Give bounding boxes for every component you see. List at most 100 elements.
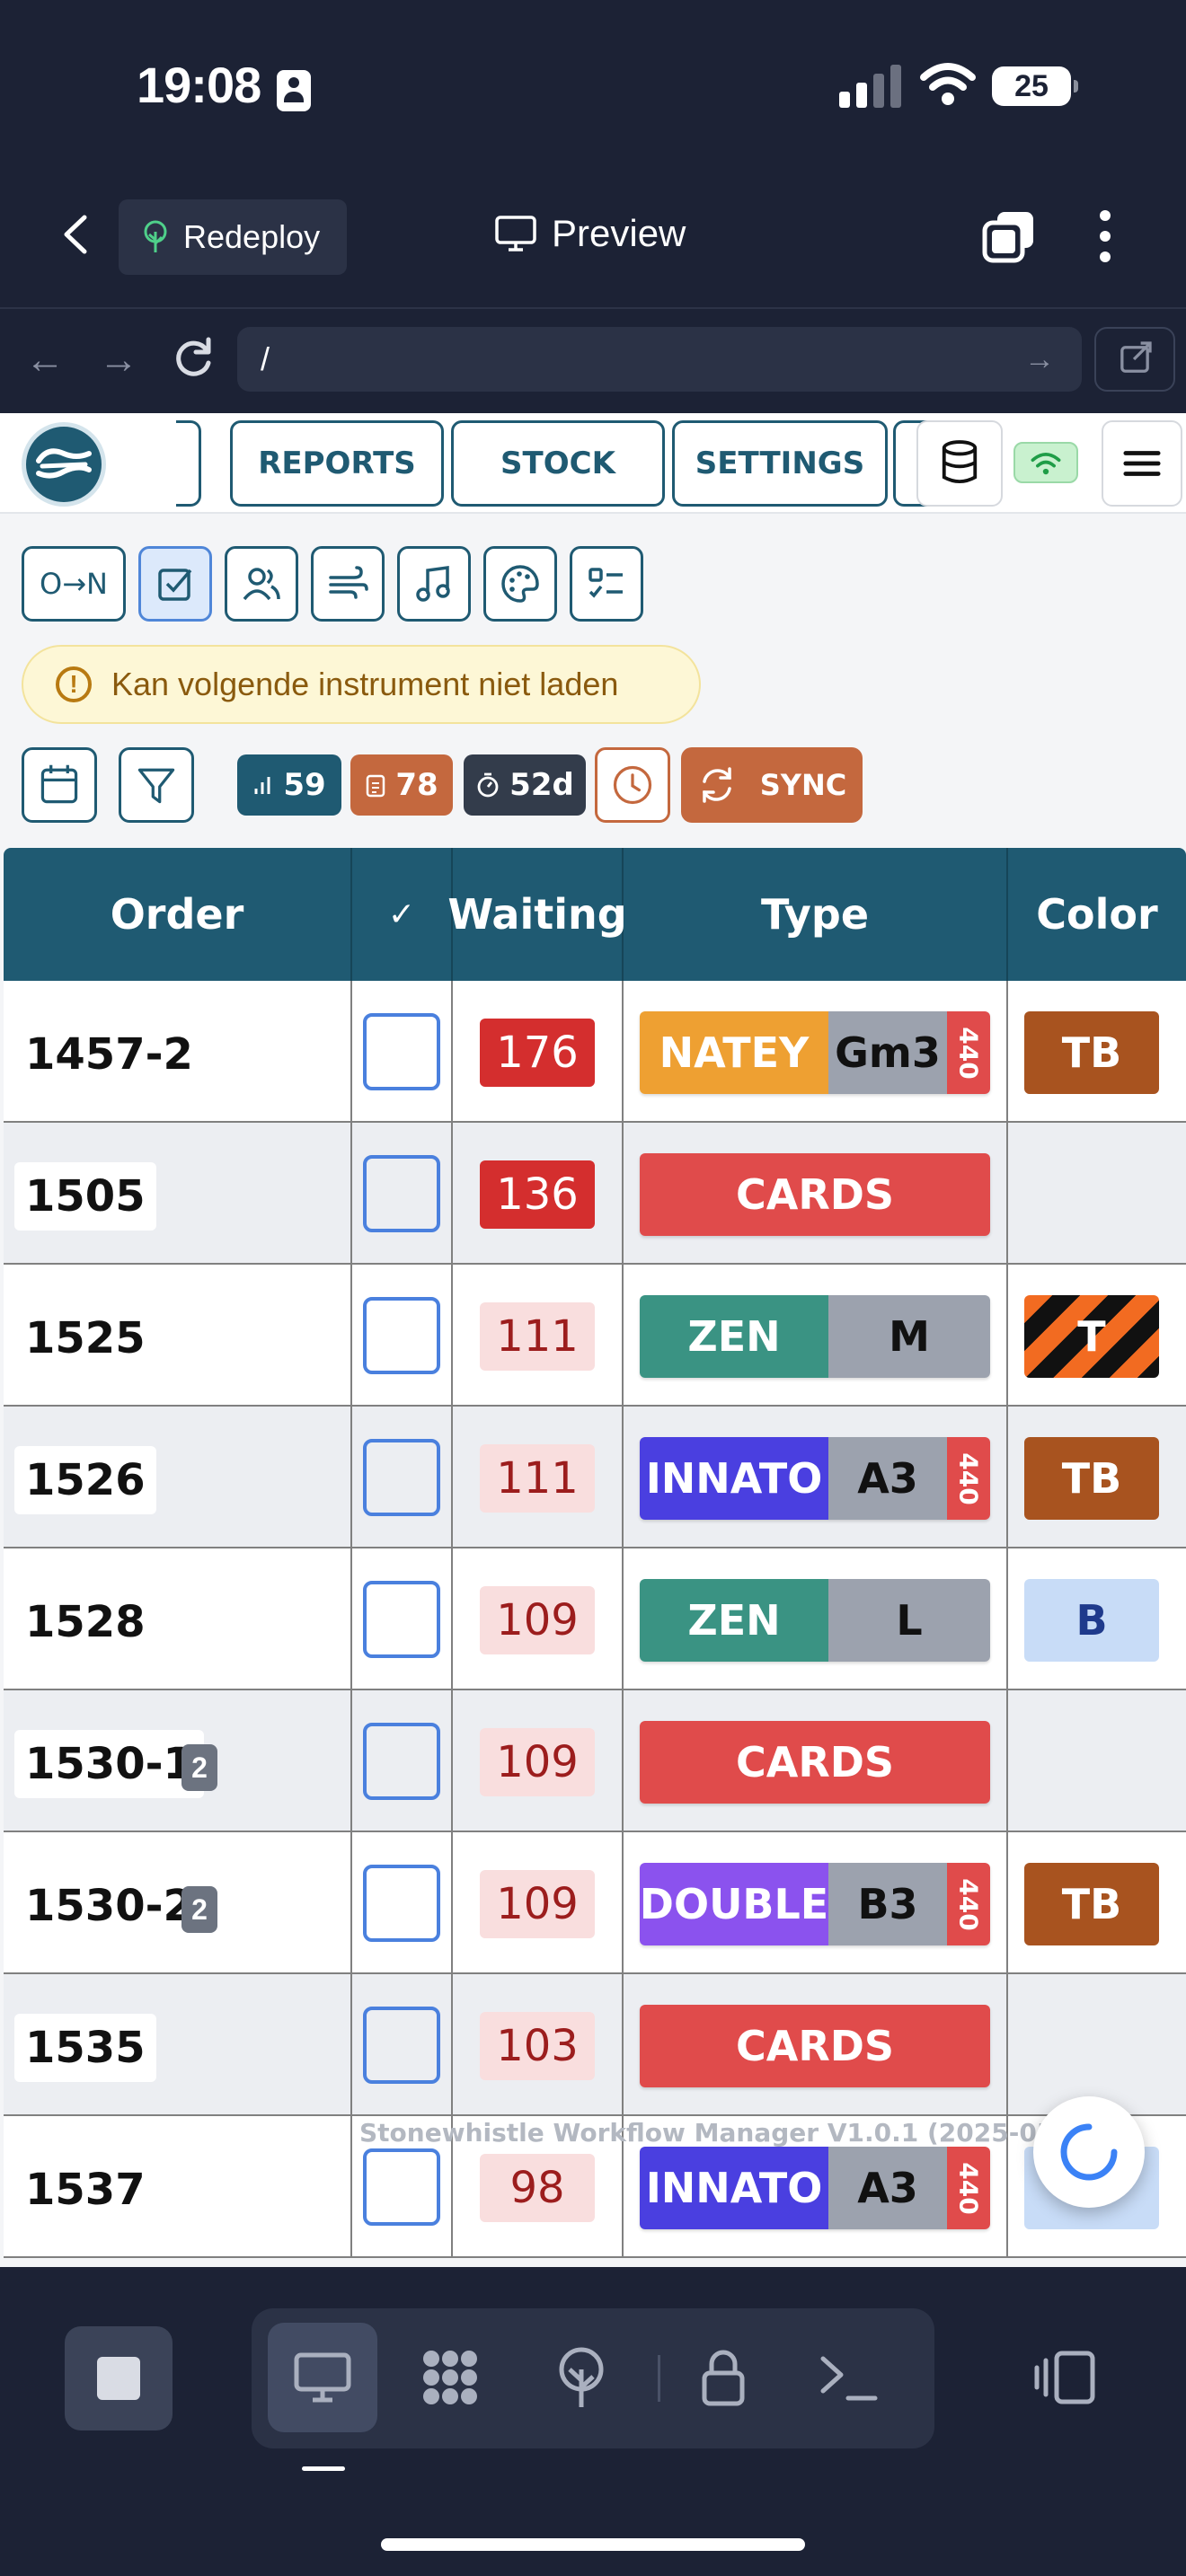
check-cell xyxy=(352,1548,453,1690)
loading-fab[interactable] xyxy=(1033,2096,1145,2208)
instrument-type-badge[interactable]: DOUBLE B3 440 xyxy=(640,1863,990,1945)
side-panel-icon[interactable] xyxy=(1033,2344,1100,2411)
desktop-icon[interactable] xyxy=(289,2344,356,2411)
instrument-type-badge[interactable]: ZEN L xyxy=(640,1579,990,1662)
apps-grid-icon[interactable] xyxy=(417,2344,483,2411)
task-list-button[interactable] xyxy=(570,546,643,622)
stop-button[interactable] xyxy=(65,2326,173,2430)
order-number[interactable]: 1535 xyxy=(14,2014,156,2082)
filter-button[interactable] xyxy=(119,747,194,823)
instrument-key: L xyxy=(828,1579,990,1662)
queue-value: 78 xyxy=(395,767,438,803)
waiting-days: 103 xyxy=(480,2012,595,2080)
row-checkbox[interactable] xyxy=(363,2148,440,2226)
redeploy-button[interactable]: Redeploy xyxy=(119,199,347,275)
color-badge[interactable]: TB xyxy=(1024,1011,1159,1094)
header-type[interactable]: Type xyxy=(624,848,1008,981)
nav-back-icon[interactable]: ← xyxy=(25,338,65,383)
hamburger-menu-icon[interactable] xyxy=(1102,420,1182,507)
go-arrow-icon[interactable]: → xyxy=(1024,327,1055,392)
header-check[interactable]: ✓ xyxy=(352,848,453,981)
order-number[interactable]: 1537 xyxy=(14,2156,156,2224)
nav-tab-hidden[interactable] xyxy=(176,420,201,507)
order-number[interactable]: 1528 xyxy=(14,1588,156,1656)
header-color[interactable]: Color xyxy=(1008,848,1186,981)
clock-button[interactable] xyxy=(595,747,670,823)
sort-old-to-new-button[interactable]: O→N xyxy=(22,546,126,622)
table-row[interactable]: 1528 109 ZEN L B xyxy=(4,1548,1186,1690)
table-row[interactable]: 1526 111 INNATO A3 440 TB xyxy=(4,1407,1186,1548)
order-cell: 1505 xyxy=(4,1123,352,1265)
lock-icon[interactable] xyxy=(690,2344,757,2411)
table-row[interactable]: 1535 103 CARDS xyxy=(4,1974,1186,2116)
order-cell: 1535 xyxy=(4,1974,352,2116)
row-checkbox[interactable] xyxy=(363,1013,440,1090)
instrument-type-badge[interactable]: NATEY Gm3 440 xyxy=(640,1011,990,1094)
app-logo[interactable] xyxy=(22,422,106,507)
header-order[interactable]: Order xyxy=(4,848,352,981)
error-alert: ! Kan volgende instrument niet laden xyxy=(22,645,701,724)
database-icon[interactable] xyxy=(916,420,1003,507)
tuning-tag: 440 xyxy=(947,1011,990,1094)
instrument-type-badge[interactable]: CARDS xyxy=(640,2005,990,2087)
instrument-type-badge[interactable]: INNATO A3 440 xyxy=(640,1437,990,1520)
order-number[interactable]: 1505 xyxy=(14,1162,156,1231)
header-waiting[interactable]: Waiting xyxy=(447,848,627,981)
active-view-indicator xyxy=(302,2466,345,2471)
sync-button[interactable]: SYNC xyxy=(681,747,863,823)
color-filter-button[interactable] xyxy=(483,546,557,622)
preview-title[interactable]: Preview xyxy=(494,212,686,255)
calendar-button[interactable] xyxy=(22,747,97,823)
color-cell xyxy=(1008,1974,1186,2116)
color-cell: TB xyxy=(1008,1832,1186,1974)
table-row[interactable]: 1505 136 CARDS xyxy=(4,1123,1186,1265)
instrument-key: A3 xyxy=(828,1437,947,1520)
deploy-tree-icon[interactable] xyxy=(548,2344,615,2411)
instrument-type-badge[interactable]: ZEN M xyxy=(640,1295,990,1378)
color-badge[interactable]: T xyxy=(1024,1295,1159,1378)
back-chevron-icon[interactable] xyxy=(58,212,93,257)
nav-tab-reports[interactable]: REPORTS xyxy=(230,420,444,507)
battery-indicator: 25 xyxy=(992,66,1078,106)
instrument-type-badge[interactable]: INNATO A3 440 xyxy=(640,2147,990,2229)
row-checkbox[interactable] xyxy=(363,1581,440,1658)
row-checkbox[interactable] xyxy=(363,1155,440,1232)
row-checkbox[interactable] xyxy=(363,1297,440,1374)
color-badge[interactable]: TB xyxy=(1024,1437,1159,1520)
order-number[interactable]: 1457-2 xyxy=(14,1020,204,1089)
row-checkbox[interactable] xyxy=(363,1865,440,1942)
order-number[interactable]: 1525 xyxy=(14,1304,156,1372)
music-filter-button[interactable] xyxy=(397,546,471,622)
order-number[interactable]: 1526 xyxy=(14,1446,156,1514)
url-input[interactable]: / → xyxy=(237,327,1082,392)
order-number[interactable]: 1530-2 xyxy=(14,1872,204,1940)
color-badge[interactable]: TB xyxy=(1024,1863,1159,1945)
open-external-button[interactable] xyxy=(1094,327,1175,392)
tuning-tag: 440 xyxy=(947,1437,990,1520)
instrument-type-badge[interactable]: CARDS xyxy=(640,1153,990,1236)
table-row[interactable]: 1457-2 176 NATEY Gm3 440 TB xyxy=(4,981,1186,1123)
reload-icon[interactable] xyxy=(171,336,216,381)
row-checkbox[interactable] xyxy=(363,2007,440,2084)
table-row[interactable]: 1525 111 ZEN M T xyxy=(4,1265,1186,1407)
terminal-icon[interactable] xyxy=(816,2344,882,2411)
row-checkbox[interactable] xyxy=(363,1723,440,1800)
view-switcher xyxy=(252,2308,934,2448)
nav-tab-settings[interactable]: SETTINGS xyxy=(672,420,888,507)
order-number[interactable]: 1530-1 xyxy=(14,1730,204,1798)
type-cell: INNATO A3 440 xyxy=(624,1407,1008,1548)
color-badge[interactable]: B xyxy=(1024,1579,1159,1662)
instrument-type-badge[interactable]: CARDS xyxy=(640,1721,990,1804)
nav-forward-icon[interactable]: → xyxy=(99,338,138,383)
age-chip: 52d xyxy=(464,754,586,816)
wind-filter-button[interactable] xyxy=(311,546,385,622)
users-filter-button[interactable] xyxy=(225,546,298,622)
row-checkbox[interactable] xyxy=(363,1439,440,1516)
tabs-icon[interactable] xyxy=(981,208,1037,264)
instrument-type: INNATO xyxy=(640,1437,828,1520)
table-row[interactable]: 1530-1 2 109 CARDS xyxy=(4,1690,1186,1832)
table-row[interactable]: 1530-2 2 109 DOUBLE B3 440 TB xyxy=(4,1832,1186,1974)
nav-tab-stock[interactable]: STOCK xyxy=(451,420,665,507)
checklist-toggle-button[interactable] xyxy=(138,546,212,622)
more-options-icon[interactable] xyxy=(1098,208,1112,264)
